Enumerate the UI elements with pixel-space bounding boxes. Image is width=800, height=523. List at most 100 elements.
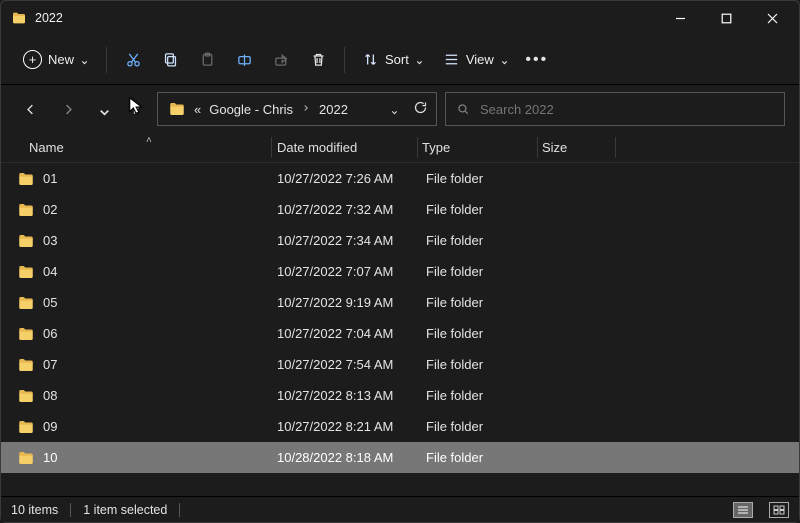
separator (179, 503, 180, 517)
cell-date: 10/27/2022 7:07 AM (273, 264, 418, 279)
copy-button[interactable] (153, 43, 187, 77)
column-separator[interactable] (615, 137, 616, 158)
folder-icon (11, 10, 27, 26)
cell-name: 07 (43, 357, 273, 372)
cell-name: 01 (43, 171, 273, 186)
file-list: 0110/27/2022 7:26 AMFile folder0210/27/2… (1, 163, 799, 496)
toolbar: + New Sort View ••• (1, 35, 799, 85)
cell-type: File folder (418, 264, 538, 279)
table-row[interactable]: 0210/27/2022 7:32 AMFile folder (1, 194, 799, 225)
minimize-button[interactable] (657, 2, 703, 34)
more-button[interactable]: ••• (520, 43, 554, 77)
search-box[interactable] (445, 92, 785, 126)
column-separator[interactable] (271, 137, 272, 158)
cell-type: File folder (418, 450, 538, 465)
plus-icon: + (23, 50, 42, 69)
address-history-button[interactable] (390, 105, 399, 114)
search-input[interactable] (480, 102, 774, 117)
cell-date: 10/27/2022 8:21 AM (273, 419, 418, 434)
folder-icon (17, 232, 35, 250)
cell-name: 10 (43, 450, 273, 465)
new-button[interactable]: + New (15, 43, 97, 77)
folder-icon (17, 387, 35, 405)
back-button[interactable] (15, 94, 45, 124)
column-size[interactable]: Size (534, 140, 614, 155)
cell-date: 10/27/2022 7:32 AM (273, 202, 418, 217)
details-view-button[interactable] (733, 502, 753, 518)
sort-button[interactable]: Sort (354, 43, 432, 77)
cell-name: 04 (43, 264, 273, 279)
cell-date: 10/27/2022 7:26 AM (273, 171, 418, 186)
cell-date: 10/27/2022 7:54 AM (273, 357, 418, 372)
new-label: New (48, 52, 74, 67)
thumbnails-view-button[interactable] (769, 502, 789, 518)
column-headers: ˄ Name Date modified Type Size (1, 133, 799, 163)
table-row[interactable]: 0910/27/2022 8:21 AMFile folder (1, 411, 799, 442)
search-icon (456, 102, 470, 116)
cut-button[interactable] (116, 43, 150, 77)
chevron-right-icon (301, 103, 311, 116)
cell-name: 02 (43, 202, 273, 217)
table-row[interactable]: 1010/28/2022 8:18 AMFile folder (1, 442, 799, 473)
breadcrumb-part[interactable]: Google - Chris (209, 102, 293, 117)
titlebar: 2022 (1, 1, 799, 35)
navigation-row: « Google - Chris 2022 (1, 85, 799, 133)
address-bar[interactable]: « Google - Chris 2022 (157, 92, 437, 126)
status-count: 10 items (11, 503, 58, 517)
column-separator[interactable] (417, 137, 418, 158)
cell-type: File folder (418, 202, 538, 217)
table-row[interactable]: 0710/27/2022 7:54 AMFile folder (1, 349, 799, 380)
table-row[interactable]: 0410/27/2022 7:07 AMFile folder (1, 256, 799, 287)
forward-button[interactable] (53, 94, 83, 124)
paste-button[interactable] (190, 43, 224, 77)
table-row[interactable]: 0810/27/2022 8:13 AMFile folder (1, 380, 799, 411)
table-row[interactable]: 0510/27/2022 9:19 AMFile folder (1, 287, 799, 318)
folder-icon (17, 325, 35, 343)
up-button[interactable] (119, 94, 149, 124)
table-row[interactable]: 0310/27/2022 7:34 AMFile folder (1, 225, 799, 256)
chevron-down-icon (415, 55, 424, 64)
cell-name: 05 (43, 295, 273, 310)
close-button[interactable] (749, 2, 795, 34)
view-label: View (466, 52, 494, 67)
chevron-down-icon (500, 55, 509, 64)
table-row[interactable]: 0110/27/2022 7:26 AMFile folder (1, 163, 799, 194)
sort-indicator-icon: ˄ (146, 135, 152, 146)
cell-type: File folder (418, 357, 538, 372)
cell-type: File folder (418, 388, 538, 403)
column-separator[interactable] (537, 137, 538, 158)
folder-icon (17, 418, 35, 436)
folder-icon (17, 263, 35, 281)
cell-type: File folder (418, 233, 538, 248)
cell-date: 10/27/2022 7:34 AM (273, 233, 418, 248)
maximize-button[interactable] (703, 2, 749, 34)
delete-button[interactable] (301, 43, 335, 77)
column-type[interactable]: Type (414, 140, 534, 155)
folder-icon (17, 449, 35, 467)
folder-icon (17, 294, 35, 312)
folder-icon (17, 356, 35, 374)
cell-type: File folder (418, 171, 538, 186)
sort-icon (362, 51, 379, 68)
cell-date: 10/28/2022 8:18 AM (273, 450, 418, 465)
view-icon (443, 51, 460, 68)
cell-type: File folder (418, 295, 538, 310)
cell-date: 10/27/2022 7:04 AM (273, 326, 418, 341)
refresh-button[interactable] (413, 100, 428, 118)
cell-date: 10/27/2022 8:13 AM (273, 388, 418, 403)
breadcrumb-overflow[interactable]: « (194, 102, 201, 117)
rename-button[interactable] (227, 43, 261, 77)
cell-type: File folder (418, 326, 538, 341)
share-button[interactable] (264, 43, 298, 77)
cell-name: 09 (43, 419, 273, 434)
recent-button[interactable] (91, 94, 111, 124)
folder-icon (168, 100, 186, 118)
folder-icon (17, 201, 35, 219)
folder-icon (17, 170, 35, 188)
separator (344, 47, 345, 73)
breadcrumb-part[interactable]: 2022 (319, 102, 348, 117)
cell-name: 03 (43, 233, 273, 248)
column-date[interactable]: Date modified (269, 140, 414, 155)
view-button[interactable]: View (435, 43, 517, 77)
table-row[interactable]: 0610/27/2022 7:04 AMFile folder (1, 318, 799, 349)
